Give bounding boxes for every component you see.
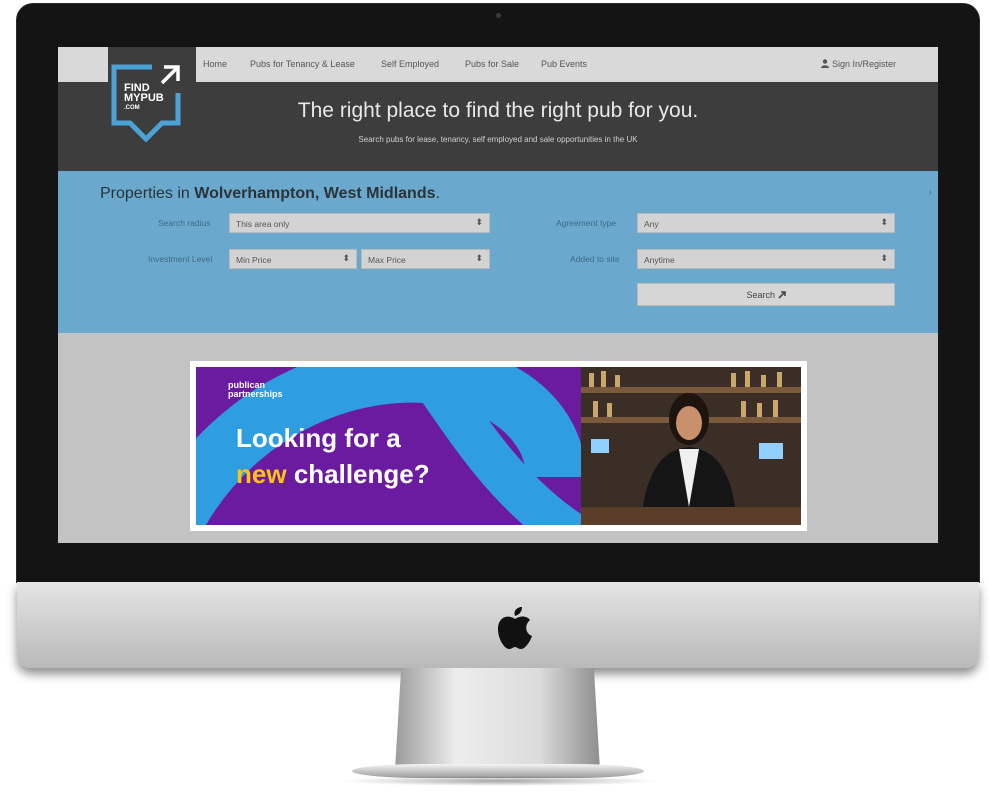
hero-section: Home Pubs for Tenancy & Lease Self Emplo…	[58, 47, 938, 171]
apple-logo-icon	[498, 607, 532, 649]
chevron-right-icon[interactable]: ›	[929, 187, 932, 198]
search-button[interactable]: Search	[637, 283, 895, 306]
advert-banner[interactable]: publican partnerships Looking for a new …	[190, 361, 807, 531]
camera-icon	[496, 13, 501, 18]
imac-stand-neck	[395, 668, 600, 770]
headline-accent: new	[236, 459, 287, 489]
sign-in-link[interactable]: Sign In/Register	[820, 59, 896, 69]
max-price-value: Max Price	[368, 255, 406, 265]
brand-line-2: partnerships	[228, 389, 283, 399]
sign-in-label: Sign In/Register	[831, 59, 896, 69]
search-radius-label: Search radius	[158, 218, 211, 228]
screen: Home Pubs for Tenancy & Lease Self Emplo…	[58, 47, 938, 543]
hero-tagline: The right place to find the right pub fo…	[297, 99, 699, 122]
added-to-site-label: Added to site	[570, 254, 620, 264]
stand-shadow	[340, 776, 660, 786]
banner-headline: Looking for a new challenge?	[236, 420, 430, 492]
properties-title: Properties in Wolverhampton, West Midlan…	[100, 185, 440, 203]
agreement-type-label: Agreement type	[556, 218, 617, 228]
select-arrows-icon: ⬍	[475, 253, 483, 263]
banner-creative: publican partnerships Looking for a new …	[196, 367, 801, 525]
agreement-type-select[interactable]: Any ⬍	[637, 213, 895, 233]
nav-self-employed[interactable]: Self Employed	[381, 59, 439, 69]
investment-level-label: Investment Level	[148, 254, 213, 264]
max-price-select[interactable]: Max Price ⬍	[361, 249, 490, 269]
hero-subtagline: Search pubs for lease, tenancy, self emp…	[358, 135, 638, 144]
agreement-type-value: Any	[644, 219, 659, 229]
min-price-value: Min Price	[236, 255, 272, 265]
headline-line-1: Looking for a	[236, 423, 401, 453]
select-arrows-icon: ⬍	[880, 253, 888, 263]
search-radius-select[interactable]: This area only ⬍	[229, 213, 490, 233]
title-location: Wolverhampton, West Midlands	[194, 185, 436, 202]
imac-chin	[17, 582, 979, 668]
nav-pubs-for-sale[interactable]: Pubs for Sale	[465, 59, 519, 69]
added-to-site-value: Anytime	[644, 255, 675, 265]
select-arrows-icon: ⬍	[475, 217, 483, 227]
search-radius-value: This area only	[236, 219, 290, 229]
bartender-photo	[581, 367, 801, 525]
nav-pubs-tenancy-lease[interactable]: Pubs for Tenancy & Lease	[250, 59, 355, 69]
added-to-site-select[interactable]: Anytime ⬍	[637, 249, 895, 269]
select-arrows-icon: ⬍	[880, 217, 888, 227]
banner-photo	[581, 367, 801, 525]
headline-line-2: new challenge?	[236, 456, 430, 492]
publican-partnerships-logo: publican partnerships	[228, 381, 283, 399]
search-button-label: Search	[746, 290, 775, 300]
nav-home[interactable]: Home	[203, 59, 227, 69]
min-price-select[interactable]: Min Price ⬍	[229, 249, 357, 269]
external-arrow-icon	[777, 291, 786, 299]
title-prefix: Properties in	[100, 185, 190, 202]
headline-rest: challenge?	[293, 459, 430, 489]
title-suffix: .	[435, 185, 440, 202]
search-panel: Properties in Wolverhampton, West Midlan…	[58, 171, 938, 333]
select-arrows-icon: ⬍	[342, 253, 350, 263]
user-icon	[820, 59, 829, 68]
nav-pub-events[interactable]: Pub Events	[541, 59, 587, 69]
